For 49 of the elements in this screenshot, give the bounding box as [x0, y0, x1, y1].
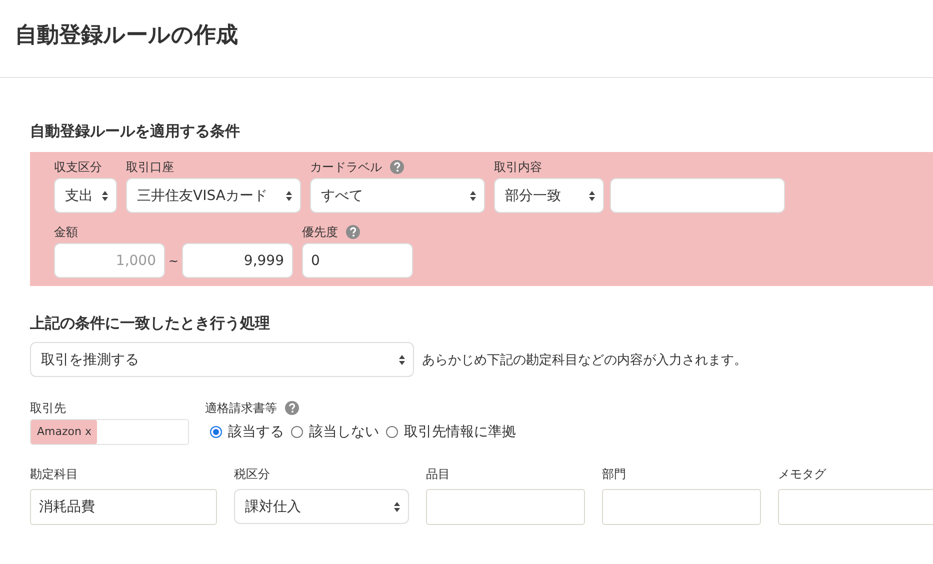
radio-button[interactable]	[386, 426, 398, 438]
radio-label[interactable]: 取引先情報に準拠	[404, 423, 516, 441]
field-label: 収支区分	[54, 158, 102, 176]
input-field[interactable]: 0	[302, 243, 413, 278]
dropdown[interactable]: すべて	[310, 178, 485, 213]
partner-field[interactable]: Amazon x	[30, 419, 189, 445]
dropdown[interactable]: 支出	[54, 178, 117, 213]
dropdown[interactable]: 三井住友VISAカード	[126, 178, 301, 213]
field-label: カードラベル	[310, 158, 382, 176]
section-heading: 自動登録ルールを適用する条件	[30, 121, 241, 142]
radio-button[interactable]	[291, 426, 303, 438]
input-field[interactable]: 9,999	[182, 243, 293, 278]
input-field[interactable]: 1,000	[54, 243, 165, 278]
select-arrows-icon	[470, 190, 476, 200]
select-arrows-icon	[589, 190, 595, 200]
field-label: 品目	[426, 466, 450, 482]
field-label: 取引内容	[494, 158, 542, 176]
partner-tag[interactable]: Amazon x	[31, 420, 98, 444]
select-arrows-icon	[399, 354, 405, 364]
input-field[interactable]	[602, 489, 761, 525]
dropdown[interactable]: 部分一致	[494, 178, 604, 213]
field-label: 金額	[54, 224, 78, 240]
input-field[interactable]	[426, 489, 585, 525]
field-label: 優先度	[302, 224, 338, 240]
field-label: 取引口座	[126, 158, 174, 176]
dropdown[interactable]: 取引を推測する	[30, 342, 414, 377]
section-heading: 上記の条件に一致したとき行う処理	[30, 313, 271, 334]
field-label: 勘定科目	[30, 466, 78, 482]
help-icon	[390, 160, 404, 174]
select-arrows-icon	[286, 190, 292, 200]
hint-text: あらかじめ下記の勘定科目などの内容が入力されます。	[422, 352, 747, 368]
field-label: 部門	[602, 466, 626, 482]
range-separator: ~	[167, 254, 180, 268]
help-icon	[285, 401, 299, 415]
field-label: 適格請求書等	[205, 400, 277, 416]
input-field[interactable]	[778, 489, 933, 525]
input-field[interactable]: 消耗品費	[30, 489, 217, 525]
field-label: メモタグ	[778, 466, 826, 482]
field-label: 税区分	[234, 466, 270, 482]
input-field[interactable]	[610, 178, 785, 213]
field-label: 取引先	[30, 400, 66, 416]
select-arrows-icon	[394, 502, 400, 512]
page-title: 自動登録ルールの作成	[15, 22, 238, 50]
help-icon	[346, 225, 360, 239]
radio-label[interactable]: 該当する	[228, 423, 284, 441]
select-arrows-icon	[102, 190, 108, 200]
radio-label[interactable]: 該当しない	[309, 423, 379, 441]
dropdown[interactable]: 課対仕入	[234, 489, 409, 524]
radio-button[interactable]	[210, 426, 222, 438]
